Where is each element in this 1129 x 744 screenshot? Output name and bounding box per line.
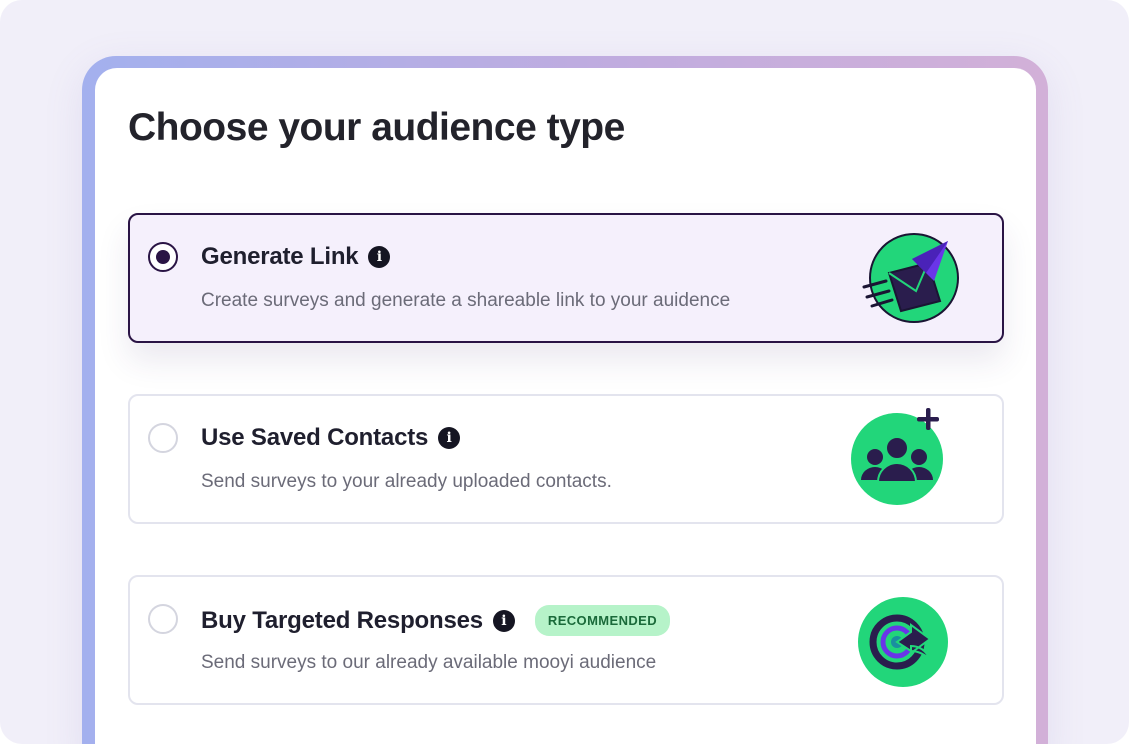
info-icon[interactable]: i <box>438 427 461 449</box>
target-arrow-icon <box>858 597 948 687</box>
option-label: Buy Targeted Responses <box>201 606 483 634</box>
info-icon[interactable]: i <box>492 609 515 632</box>
option-buy-targeted-responses[interactable]: Buy Targeted Responses i RECOMMENDED Sen… <box>128 575 1004 705</box>
paper-plane-envelope-icon <box>862 233 959 323</box>
option-description: Send surveys to your already uploaded co… <box>201 471 612 492</box>
option-description: Create surveys and generate a shareable … <box>201 290 731 311</box>
option-label: Use Saved Contacts <box>201 424 429 451</box>
option-label: Generate Link <box>201 243 359 270</box>
page-background: Choose your audience type Generate Link … <box>0 0 1129 744</box>
page-title: Choose your audience type <box>128 106 625 149</box>
audience-type-card: Choose your audience type Generate Link … <box>95 68 1036 744</box>
option-title-row: Buy Targeted Responses i RECOMMENDED <box>201 605 671 636</box>
group-add-icon <box>851 408 943 505</box>
recommended-badge: RECOMMENDED <box>534 605 671 636</box>
radio-selected-dot <box>156 250 170 264</box>
info-icon[interactable]: i <box>368 246 391 268</box>
radio-use-saved-contacts[interactable] <box>148 423 178 453</box>
option-use-saved-contacts[interactable]: Use Saved Contacts i Send surveys to you… <box>128 394 1004 524</box>
option-title-row: Use Saved Contacts i <box>201 424 461 452</box>
option-generate-link[interactable]: Generate Link i Create surveys and gener… <box>128 213 1004 343</box>
option-title-row: Generate Link i <box>201 243 391 271</box>
radio-buy-targeted-responses[interactable] <box>148 604 178 634</box>
option-description: Send surveys to our already available mo… <box>201 652 657 673</box>
radio-generate-link[interactable] <box>148 242 178 272</box>
